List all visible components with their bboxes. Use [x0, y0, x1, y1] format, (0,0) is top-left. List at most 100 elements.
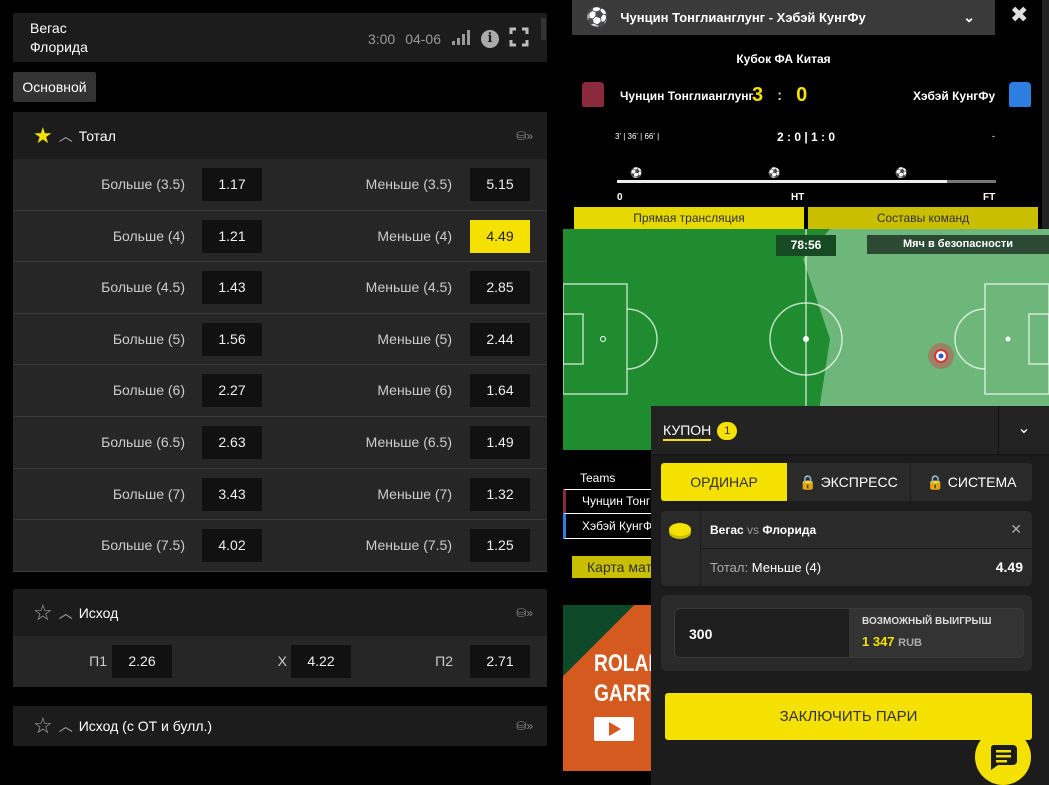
away-team: Хэбэй КунгФу	[913, 89, 996, 103]
timeline-ft: FT	[983, 192, 996, 203]
under-odd[interactable]: 1.64	[470, 374, 530, 408]
unpin-icon[interactable]: ✖	[1010, 2, 1028, 28]
total-row: Больше (5) 1.56 Меньше (5) 2.44	[13, 314, 547, 366]
coupon-title[interactable]: КУПОН	[663, 421, 712, 441]
event-header: Вегас Флорида 3:00 04-06 i	[13, 13, 547, 62]
over-odd[interactable]: 2.27	[202, 374, 262, 408]
event-date: 04-06	[405, 30, 441, 47]
scrollbar[interactable]	[541, 18, 546, 40]
total-row: Больше (6) 2.27 Меньше (6) 1.64	[13, 365, 547, 417]
coupon-count-badge: 1	[717, 422, 738, 440]
under-label: Меньше (4.5)	[365, 279, 452, 296]
under-label: Меньше (6)	[377, 382, 452, 399]
goal-icon: ⚽	[895, 168, 908, 179]
bet-vs: vs	[747, 523, 760, 537]
tab-main[interactable]: Основной	[13, 72, 96, 102]
teams-header: Teams	[580, 471, 616, 485]
coins-icon[interactable]: ⛁»	[516, 606, 533, 620]
remove-bet-icon[interactable]: ✕	[1010, 521, 1022, 538]
under-label: Меньше (6.5)	[365, 433, 452, 450]
star-outline-icon[interactable]: ☆	[33, 713, 53, 739]
tab-lineups[interactable]: Составы команд	[808, 207, 1038, 229]
over-odd[interactable]: 1.21	[202, 219, 262, 253]
outcome-row: П1 2.26 Х 4.22 П2 2.71	[13, 636, 547, 687]
over-odd[interactable]: 1.43	[202, 271, 262, 305]
match-clock: 78:56	[776, 235, 836, 256]
market-outcome-header[interactable]: ☆ ︿ Исход ⛁»	[13, 589, 547, 636]
market-title: Тотал	[78, 127, 116, 144]
star-outline-icon[interactable]: ☆	[33, 600, 53, 626]
coins-icon[interactable]: ⛁»	[516, 129, 533, 143]
under-odd[interactable]: 1.25	[470, 529, 530, 563]
market-title: Исход	[78, 604, 119, 621]
under-odd[interactable]: 2.44	[470, 322, 530, 356]
under-odd[interactable]: 1.32	[470, 477, 530, 511]
over-odd[interactable]: 1.56	[202, 322, 262, 356]
tab-express[interactable]: 🔒 ЭКСПРЕСС	[787, 463, 911, 501]
p2-odd[interactable]: 2.71	[470, 645, 530, 678]
team2: Флорида	[30, 39, 88, 55]
chevron-up-icon[interactable]: ︿	[59, 126, 73, 146]
total-row: Больше (4) 1.21 Меньше (4) 4.49	[13, 211, 547, 263]
p1-label: П1	[89, 653, 107, 669]
under-odd[interactable]: 1.49	[470, 425, 530, 459]
fullscreen-icon[interactable]	[509, 27, 529, 50]
under-label: Меньше (3.5)	[365, 176, 452, 192]
star-icon[interactable]: ★	[33, 123, 53, 149]
over-odd[interactable]: 3.43	[202, 477, 262, 511]
timeline-progress	[617, 180, 947, 183]
info-icon[interactable]: i	[481, 29, 499, 48]
collapse-icon[interactable]: ⌄	[998, 406, 1049, 455]
over-odd[interactable]: 2.63	[202, 425, 262, 459]
p1-odd[interactable]: 2.26	[112, 645, 172, 678]
roland-garros-banner[interactable]: ROLAND GARROS	[563, 605, 651, 771]
bet-odd: 4.49	[995, 559, 1023, 575]
match-status: Мяч в безопасности	[867, 235, 1049, 254]
team1: Вегас	[30, 20, 67, 36]
under-label: Меньше (7)	[377, 485, 452, 502]
timeline	[617, 180, 996, 183]
coins-icon[interactable]: ⛁»	[516, 719, 533, 733]
tab-live-stream[interactable]: Прямая трансляция	[574, 207, 804, 229]
chevron-down-icon[interactable]: ⌄	[963, 9, 975, 26]
place-bet-button[interactable]: ЗАКЛЮЧИТЬ ПАРИ	[665, 693, 1032, 740]
under-label: Меньше (5)	[377, 330, 452, 347]
under-odd[interactable]: 4.49	[470, 219, 530, 253]
under-odd[interactable]: 5.15	[470, 168, 530, 201]
bet-team2: Флорида	[762, 523, 817, 537]
stake-input[interactable]: 300	[675, 609, 849, 657]
chat-button[interactable]	[975, 729, 1031, 785]
score-away: 0	[796, 84, 808, 106]
home-team: Чунцин Тонглианглунг	[620, 89, 754, 103]
over-odd[interactable]: 4.02	[202, 529, 262, 563]
market-outcome-ot-header[interactable]: ☆ ︿ Исход (с ОТ и булл.) ⛁»	[13, 706, 547, 746]
x-odd[interactable]: 4.22	[291, 645, 351, 678]
chat-icon	[990, 745, 1017, 770]
tab-single[interactable]: ОРДИНАР	[661, 463, 787, 501]
bet-coupon: КУПОН 1 ⌄ ОРДИНАР 🔒 ЭКСПРЕСС 🔒 СИСТЕМА В…	[651, 406, 1049, 785]
over-label: Больше (7)	[112, 485, 185, 502]
tab-system[interactable]: 🔒 СИСТЕМА	[911, 463, 1032, 501]
under-odd[interactable]: 2.85	[470, 271, 530, 305]
total-row: Больше (7) 3.43 Меньше (7) 1.32	[13, 469, 547, 521]
stats-icon[interactable]	[451, 29, 471, 48]
play-icon	[594, 717, 634, 741]
over-label: Больше (6)	[112, 382, 185, 399]
timeline-start: 0	[617, 192, 623, 203]
over-odd[interactable]: 1.17	[202, 168, 262, 201]
lock-icon: 🔒	[926, 474, 944, 490]
total-row: Больше (3.5) 1.17 Меньше (3.5) 5.15	[13, 159, 547, 211]
goal-minutes: 3' | 36' | 66' |	[615, 132, 660, 141]
score-sep: :	[777, 87, 783, 104]
total-row: Больше (4.5) 1.43 Меньше (4.5) 2.85	[13, 262, 547, 314]
market-total-header[interactable]: ★ ︿ Тотал ⛁»	[13, 112, 547, 159]
score-home: 3	[752, 84, 764, 106]
team-row-home: Чунцин Тонг	[563, 489, 655, 513]
live-match-selector[interactable]: ⚽ Чунцин Тонглианглунг - Хэбэй КунгФу ⌄	[572, 0, 995, 35]
chevron-up-icon[interactable]: ︿	[59, 716, 73, 736]
bet-team1: Вегас	[710, 523, 744, 537]
match-map-button[interactable]: Карта мат	[572, 556, 655, 578]
timeline-ht: HT	[791, 192, 805, 203]
away-goal-minutes: -	[992, 131, 995, 141]
chevron-up-icon[interactable]: ︿	[59, 603, 73, 623]
